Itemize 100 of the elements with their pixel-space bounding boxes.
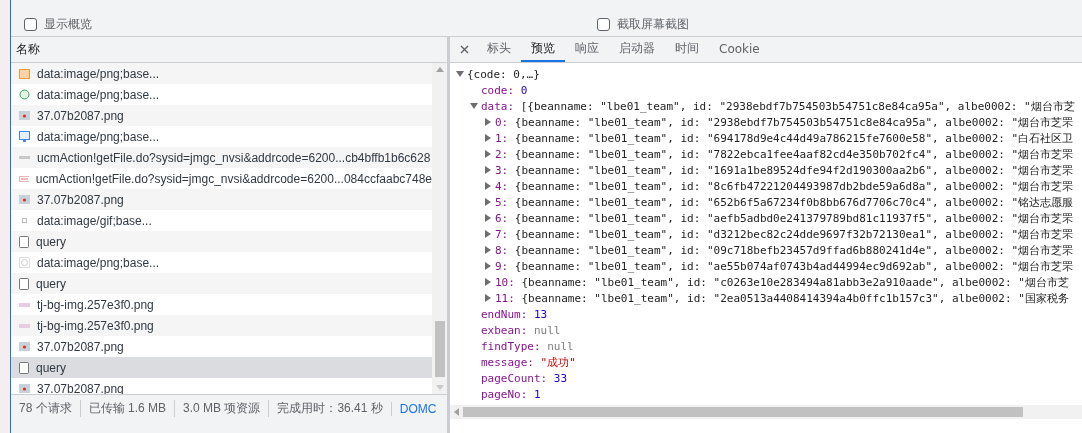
status-link[interactable]: DOMC: [390, 401, 445, 416]
request-row[interactable]: 37.07b2087.png: [11, 336, 432, 357]
json-summary: {beanname: "lbe01_team", id: "7822ebca1fee4aaf82cd4e350b702fc4", albe0002: "烟台市芝罘: [514, 146, 1074, 162]
collapsed-arrow-icon[interactable]: [484, 150, 492, 158]
status-text: 完成用时：36.41 秒: [268, 400, 391, 417]
json-key: 3:: [495, 163, 509, 177]
json-key: code:: [481, 83, 515, 97]
json-key: 10:: [495, 275, 515, 289]
image-file-icon: [19, 111, 30, 120]
collapsed-arrow-icon[interactable]: [484, 214, 492, 222]
close-icon[interactable]: [460, 45, 469, 54]
image-icon: [19, 68, 30, 79]
json-value: "成功": [540, 354, 576, 370]
tab[interactable]: 启动器: [609, 37, 665, 62]
option-checkbox[interactable]: 显示概览: [24, 13, 597, 36]
json-summary: [{beanname: "lbe01_team", id: "2938ebdf7b754503b54751c8e84ca95a", albe0002: "烟台市芝: [520, 98, 1075, 114]
scrollbar[interactable]: [450, 405, 1082, 419]
request-row[interactable]: data:image/png;base...: [11, 63, 432, 84]
json-key: 4:: [495, 179, 509, 193]
json-key: endNum:: [481, 307, 528, 321]
collapsed-arrow-icon[interactable]: [484, 246, 492, 254]
tab[interactable]: 时间: [665, 37, 709, 62]
json-key: 0:: [495, 115, 509, 129]
json-key: data:: [481, 99, 515, 113]
expanded-arrow-icon[interactable]: [470, 102, 478, 110]
json-key: pageCount:: [481, 371, 548, 385]
json-key: 7:: [495, 227, 509, 241]
json-key: message:: [481, 355, 534, 369]
bar-icon: [19, 175, 29, 182]
expanded-arrow-icon[interactable]: [456, 70, 464, 78]
request-row[interactable]: data:image/png;base...: [11, 84, 432, 105]
json-summary: {beanname: "lbe01_team", id: "8c6fb47221204493987db2bde59a6d8a", albe0002: "烟台市芝罘: [514, 178, 1074, 194]
tab[interactable]: Cookie: [709, 37, 770, 62]
json-summary: {beanname: "lbe01_team", id: "c0263e10e283494a81abb3e2a910aade", albe0002: "烟台市芝: [521, 274, 1069, 290]
json-summary: {beanname: "lbe01_team", id: "694178d9e4c44d49a786215fe7600e58", albe0002: "白石社区卫: [514, 130, 1074, 146]
document-icon: [19, 235, 29, 248]
tab[interactable]: 响应: [565, 37, 609, 62]
json-summary: {beanname: "lbe01_team", id: "652b6f5a67234f0b8bb676d7706c70c4", albe0002: "铭达志愿服: [514, 194, 1074, 210]
json-key: 5:: [495, 195, 509, 209]
bar-icon: [19, 156, 30, 159]
bar-icon: [19, 302, 30, 307]
request-row[interactable]: query: [11, 357, 432, 378]
json-value: null: [533, 323, 561, 337]
json-key: 9:: [495, 259, 509, 273]
collapsed-arrow-icon[interactable]: [484, 294, 492, 302]
json-summary: {beanname: "lbe01_team", id: "2938ebdf7b754503b54751c8e84ca95a", albe0002: "烟台市芝罘: [514, 114, 1074, 130]
scrollbar-thumb[interactable]: [463, 407, 1023, 417]
json-key: 8:: [495, 243, 509, 257]
image-file-icon: [19, 342, 30, 351]
image-icon: [19, 257, 30, 268]
json-value: 0: [520, 83, 528, 97]
request-row[interactable]: data:image/png;base...: [11, 126, 432, 147]
request-row[interactable]: 37.07b2087.png: [11, 189, 432, 210]
request-row[interactable]: tj-bg-img.257e3f0.png: [11, 315, 432, 336]
document-icon: [19, 361, 29, 374]
request-row[interactable]: ucmAction!getFile.do?sysid=jmgc_nvsi&addrcode=6200...cb4bffb1b6c628: [11, 147, 432, 168]
json-summary: {beanname: "lbe01_team", id: "09c718befb23457d9ffad6b880241d4e", albe0002: "烟台市芝罘: [514, 242, 1074, 258]
document-icon: [19, 277, 29, 290]
json-key: 11:: [495, 291, 515, 305]
collapsed-arrow-icon[interactable]: [484, 198, 492, 206]
request-row[interactable]: 37.07b2087.png: [11, 105, 432, 126]
json-summary: {beanname: "lbe01_team", id: "2ea0513a4408414394a4b0ffc1b157c3", albe0002: "国家税务: [521, 290, 1069, 306]
collapsed-arrow-icon[interactable]: [484, 262, 492, 270]
json-value: 1: [533, 387, 541, 401]
collapsed-arrow-icon[interactable]: [484, 118, 492, 126]
image-file-icon: [19, 195, 30, 204]
option-checkbox[interactable]: 截取屏幕截图: [597, 13, 1082, 36]
json-summary: {beanname: "lbe01_team", id: "ae55b074af0743b4ad44994ec9d692ab", albe0002: "烟台市芝罘: [514, 258, 1074, 274]
request-row[interactable]: data:image/png;base...: [11, 252, 432, 273]
request-row[interactable]: data:image/gif;base...: [11, 210, 432, 231]
json-key: exbean:: [481, 323, 528, 337]
status-text: 78 个请求: [19, 400, 73, 417]
request-row[interactable]: query: [11, 231, 432, 252]
tab[interactable]: 预览: [521, 37, 565, 62]
bar-icon: [19, 323, 30, 328]
json-key: 1:: [495, 131, 509, 145]
json-key: findType:: [481, 339, 541, 353]
collapsed-arrow-icon[interactable]: [484, 230, 492, 238]
collapsed-arrow-icon[interactable]: [484, 182, 492, 190]
collapsed-arrow-icon[interactable]: [484, 166, 492, 174]
request-row[interactable]: tj-bg-img.257e3f0.png: [11, 294, 432, 315]
scrollbar-thumb[interactable]: [434, 321, 445, 377]
collapsed-arrow-icon[interactable]: [484, 278, 492, 286]
request-row[interactable]: ucmAction!getFile.do?sysid=jmgc_nvsi&addrcode=6200...084ccfaabc748e: [11, 168, 432, 189]
json-value: null: [547, 339, 574, 353]
json-key: pageNo:: [481, 387, 528, 401]
json-key: 2:: [495, 147, 509, 161]
json-value: 33: [553, 371, 568, 385]
request-row[interactable]: query: [11, 273, 432, 294]
json-value: 13: [533, 307, 548, 321]
status-text: 3.0 MB 项资源: [174, 400, 269, 417]
json-summary: {beanname: "lbe01_team", id: "d3212bec82c24dde9697f32b72130ea1", albe0002: "烟台市芝罘: [514, 226, 1074, 242]
collapsed-arrow-icon[interactable]: [484, 134, 492, 142]
json-summary: {beanname: "lbe01_team", id: "aefb5adbd0e241379789bd81c11937f5", albe0002: "烟台市芝罘: [514, 210, 1074, 226]
tab[interactable]: 标头: [477, 37, 521, 62]
json-summary: {beanname: "lbe01_team", id: "1691a1be89524dfe94f2d190300aa2b6", albe0002: "烟台市芝罘: [514, 162, 1074, 178]
status-text: 已传输 1.6 MB: [79, 400, 175, 417]
json-summary: {code: 0,…}: [467, 67, 540, 81]
monitor-icon: [19, 131, 30, 142]
json-key: 6:: [495, 211, 509, 225]
